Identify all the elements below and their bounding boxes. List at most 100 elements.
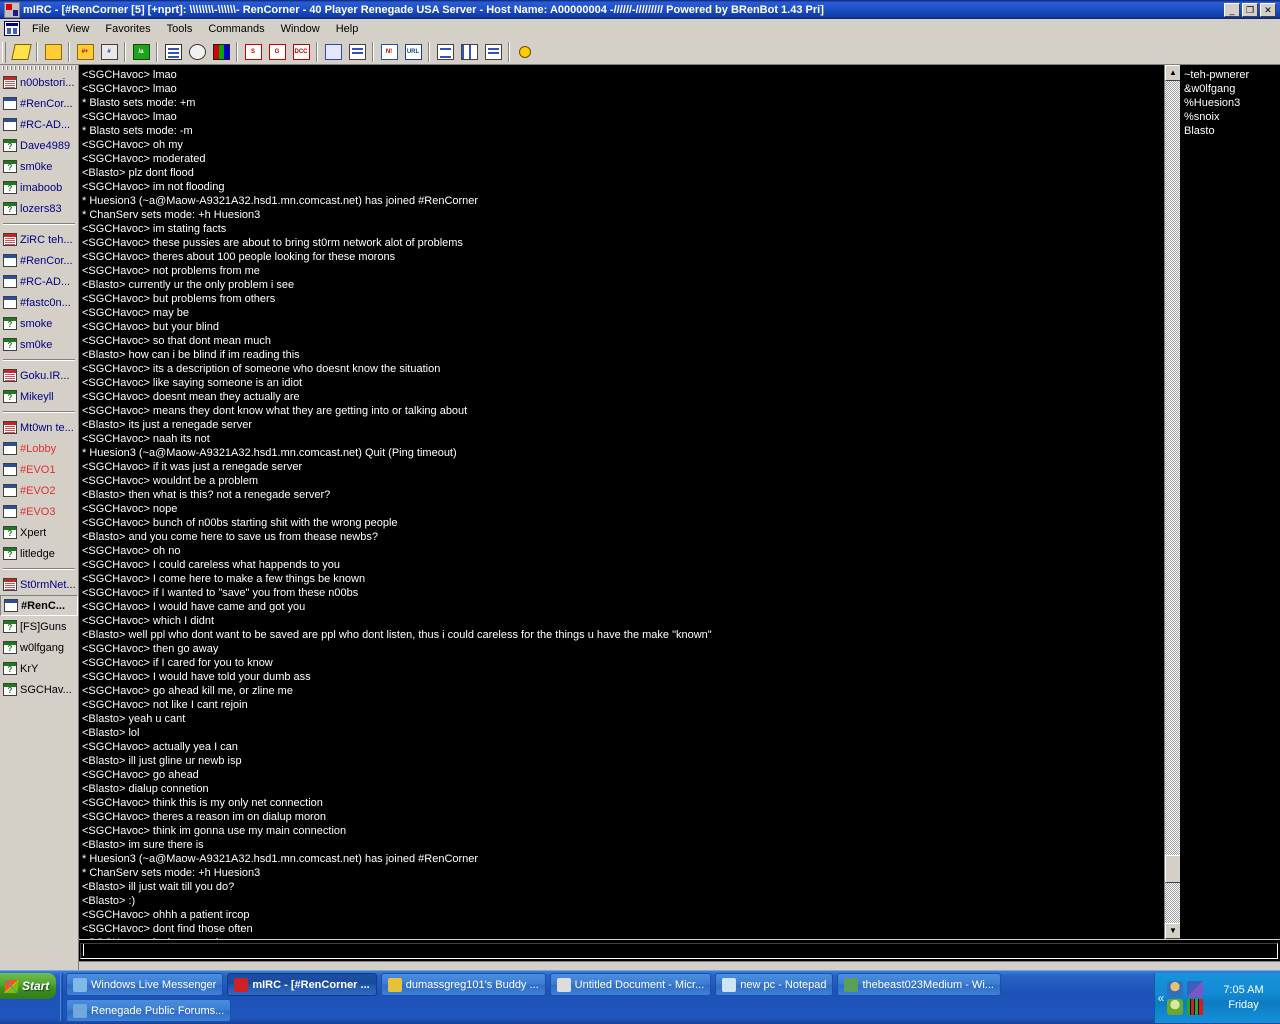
channels-list-icon[interactable]: # (98, 42, 120, 63)
chat-line: * ChanServ sets mode: +h Huesion3 (82, 208, 1164, 222)
nicklist-item[interactable]: %Huesion3 (1184, 96, 1280, 110)
notepad-icon[interactable] (162, 42, 184, 63)
switchbar-item-zirc-teh[interactable]: ZiRC teh... (0, 229, 78, 250)
restore-button[interactable]: ❐ (1242, 3, 1258, 17)
switchbar-item-n00bstori[interactable]: n00bstori... (0, 72, 78, 93)
switchbar-item-goku-ir[interactable]: Goku.IR... (0, 365, 78, 386)
query-window-icon (3, 547, 17, 560)
switchbar-item--fs-guns[interactable]: [FS]Guns (0, 616, 78, 637)
tray-expand-icon[interactable]: « (1155, 991, 1167, 1005)
chat-output-pane[interactable]: <SGCHavoc> lmao<SGCHavoc> lmao* Blasto s… (79, 65, 1164, 939)
taskbar-button-dumassgreg101-s-buddy[interactable]: dumassgreg101's Buddy ... (381, 973, 546, 996)
scroll-down-arrow[interactable]: ▼ (1165, 923, 1181, 939)
switchbar-item--rc-ad[interactable]: #RC-AD... (0, 271, 78, 292)
nicklist-item[interactable]: %snoix (1184, 110, 1280, 124)
scroll-up-arrow[interactable]: ▲ (1165, 65, 1181, 81)
switchbar-item-sgchav[interactable]: SGCHav... (0, 679, 78, 700)
switchbar-item-smoke[interactable]: smoke (0, 313, 78, 334)
channels-folder-icon[interactable]: #+ (74, 42, 96, 63)
tile-vertical-icon[interactable] (458, 42, 480, 63)
network-tray-icon[interactable] (1187, 981, 1203, 997)
switchbar-item-w0lfgang[interactable]: w0lfgang (0, 637, 78, 658)
switchbar-grip[interactable] (2, 66, 76, 70)
get-file-icon[interactable]: G (266, 42, 288, 63)
switchbar-item-mt0wn-te[interactable]: Mt0wn te... (0, 417, 78, 438)
address-book-icon[interactable] (322, 42, 344, 63)
minimize-button[interactable]: _ (1224, 3, 1240, 17)
aim-tray-icon[interactable] (1167, 999, 1183, 1015)
horizontal-scrollbar[interactable] (79, 961, 1280, 970)
task-row-top: Windows Live MessengermIRC - [#RenCorner… (66, 973, 1150, 998)
switchbar-item-xpert[interactable]: Xpert (0, 522, 78, 543)
nicklist-pane[interactable]: ~teh-pwnerer&w0lfgang%Huesion3%snoixBlas… (1180, 65, 1280, 939)
nicklist-item[interactable]: Blasto (1184, 124, 1280, 138)
taskbar-button-mirc-rencorner[interactable]: mIRC - [#RenCorner ... (227, 973, 376, 996)
clock[interactable]: 7:05 AM Friday (1207, 983, 1280, 1013)
send-file-icon[interactable]: S (242, 42, 264, 63)
dcc-icon[interactable]: DCC (290, 42, 312, 63)
switchbar-item-imaboob[interactable]: imaboob (0, 177, 78, 198)
switchbar-item--evo3[interactable]: #EVO3 (0, 501, 78, 522)
mirc-application-window: mIRC - [#RenCorner [5] [+nprt]: \\\\\\\\… (0, 0, 1280, 1024)
tile-horizontal-icon[interactable] (434, 42, 456, 63)
switchbar-item-dave4989[interactable]: Dave4989 (0, 135, 78, 156)
switchbar-item--fastc0n[interactable]: #fastc0n... (0, 292, 78, 313)
switchbar-item--renc[interactable]: #RenC... (0, 595, 78, 616)
alias-icon[interactable]: /a (130, 42, 152, 63)
switchbar-item-mikeyll[interactable]: Mikeyll (0, 386, 78, 407)
away-icon[interactable] (514, 42, 536, 63)
start-button[interactable]: Start (0, 973, 56, 999)
equalizer-tray-icon[interactable] (1187, 999, 1203, 1015)
notify-icon[interactable]: N! (378, 42, 400, 63)
chat-scrollbar[interactable]: ▲ ▼ (1164, 65, 1180, 939)
nicklist-item[interactable]: ~teh-pwnerer (1184, 68, 1280, 82)
switchbar-item-st0rmnet[interactable]: St0rmNet... (0, 574, 78, 595)
switchbar-item--lobby[interactable]: #Lobby (0, 438, 78, 459)
taskbar-button-untitled-document-micr[interactable]: Untitled Document - Micr... (550, 973, 712, 996)
taskbar-button-windows-live-messenger[interactable]: Windows Live Messenger (66, 973, 223, 996)
colors-icon[interactable] (210, 42, 232, 63)
taskbar-button-thebeast023medium-wi[interactable]: thebeast023Medium - Wi... (837, 973, 1000, 996)
cascade-icon[interactable] (482, 42, 504, 63)
menu-view[interactable]: View (58, 21, 98, 37)
mdi-workspace: n00bstori...#RenCor...#RC-AD...Dave4989s… (0, 65, 1280, 970)
url-list-icon[interactable]: URL (402, 42, 424, 63)
chat-line: <SGCHavoc> think this is my only net con… (82, 796, 1164, 810)
switchbar-item-kry[interactable]: KrY (0, 658, 78, 679)
taskbar-button-new-pc-notepad[interactable]: new pc - Notepad (715, 973, 833, 996)
switchbar-item--evo2[interactable]: #EVO2 (0, 480, 78, 501)
switchbar-item--rencor[interactable]: #RenCor... (0, 250, 78, 271)
menu-tools[interactable]: Tools (159, 21, 201, 37)
timer-icon[interactable] (186, 42, 208, 63)
scrollbar-track[interactable] (1165, 81, 1181, 923)
mdi-system-icon[interactable] (4, 21, 20, 36)
menu-window[interactable]: Window (273, 21, 328, 37)
chat-line: <Blasto> currently ur the only problem i… (82, 278, 1164, 292)
switchbar-item-litledge[interactable]: litledge (0, 543, 78, 564)
frontpage-icon (557, 978, 571, 992)
close-button[interactable]: ✕ (1260, 3, 1276, 17)
messenger-tray-icon[interactable] (1167, 981, 1183, 997)
switchbar-item--rencor[interactable]: #RenCor... (0, 93, 78, 114)
switchbar-item--rc-ad[interactable]: #RC-AD... (0, 114, 78, 135)
message-input[interactable] (80, 943, 1278, 959)
menu-file[interactable]: File (24, 21, 58, 37)
status-window-icon (3, 421, 17, 434)
menu-favorites[interactable]: Favorites (97, 21, 158, 37)
chat-line: <SGCHavoc> but your blind (82, 320, 1164, 334)
scrollbar-thumb[interactable] (1165, 855, 1181, 883)
options-icon[interactable] (42, 42, 64, 63)
taskbar-button-renegade-public-forums[interactable]: Renegade Public Forums... (66, 999, 231, 1022)
toolbar-grip[interactable] (2, 42, 6, 63)
switchbar-item-sm0ke[interactable]: sm0ke (0, 156, 78, 177)
switchbar-item-lozers83[interactable]: lozers83 (0, 198, 78, 219)
menu-help[interactable]: Help (328, 21, 367, 37)
switchbar-item-sm0ke[interactable]: sm0ke (0, 334, 78, 355)
chat-line: <Blasto> ill just wait till you do? (82, 880, 1164, 894)
nicklist-item[interactable]: &w0lfgang (1184, 82, 1280, 96)
script-editor-icon[interactable] (346, 42, 368, 63)
switchbar-item--evo1[interactable]: #EVO1 (0, 459, 78, 480)
menu-commands[interactable]: Commands (200, 21, 272, 37)
chat-line: <SGCHavoc> may be (82, 306, 1164, 320)
connect-icon[interactable] (10, 42, 32, 63)
